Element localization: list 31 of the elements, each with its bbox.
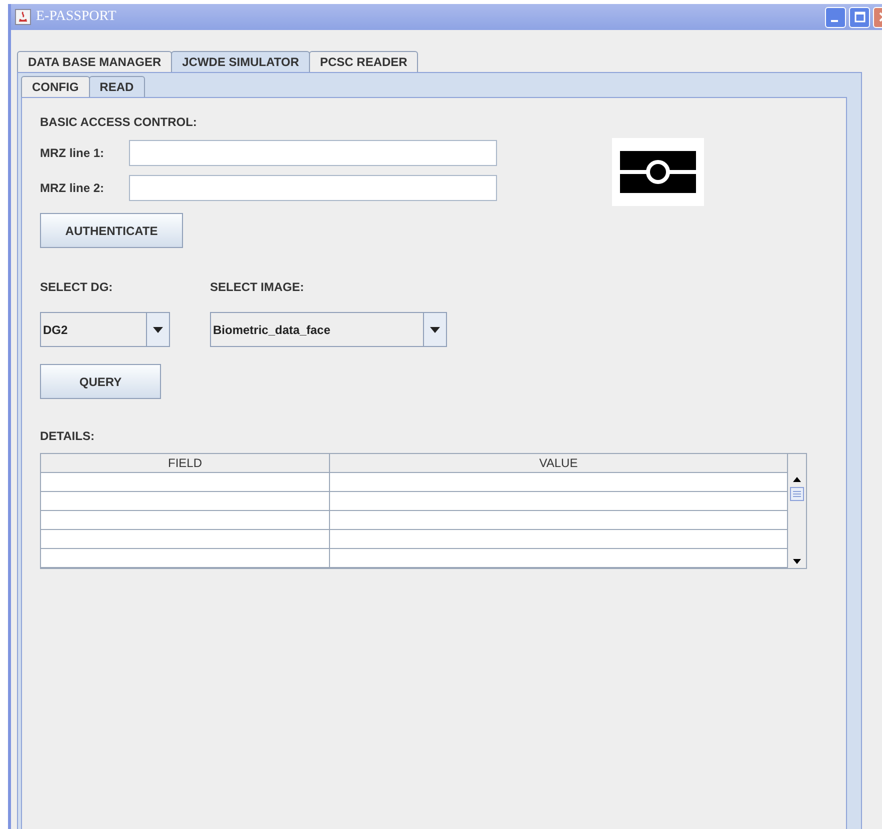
input-field[interactable]	[129, 175, 497, 201]
tab[interactable]: PCSC READER	[309, 51, 418, 72]
grip-icon	[791, 490, 803, 498]
scrollbar[interactable]	[787, 454, 806, 568]
minimize-button[interactable]	[825, 6, 846, 28]
caret-icon	[423, 313, 446, 346]
minimize-icon	[831, 20, 838, 22]
input-field[interactable]	[129, 140, 497, 166]
scroll-thumb[interactable]	[790, 487, 804, 501]
chip-symbol-icon	[620, 151, 696, 193]
query-button[interactable]: QUERY	[40, 364, 161, 399]
maximize-icon	[854, 11, 866, 23]
dropdown[interactable]: Biometric_data_face	[210, 312, 447, 347]
caret-icon	[146, 313, 169, 346]
window-title: E-PASSPORT	[36, 9, 116, 25]
maximize-button[interactable]	[849, 6, 870, 28]
column-header[interactable]: FIELD	[41, 454, 330, 472]
tab[interactable]: JCWDE SIMULATOR	[171, 51, 310, 72]
app-icon	[15, 9, 31, 25]
tab[interactable]: CONFIG	[21, 76, 90, 97]
field-label: SELECT IMAGE:	[210, 280, 306, 294]
field-label: MRZ line 2:	[40, 181, 106, 195]
field-label: MRZ line 1:	[40, 146, 106, 160]
tab[interactable]: DATA BASE MANAGER	[17, 51, 172, 72]
field-label: SELECT DG:	[40, 280, 114, 294]
tab[interactable]: READ	[88, 76, 145, 97]
section-heading: BASIC ACCESS CONTROL:	[40, 115, 198, 129]
column-header[interactable]: VALUE	[330, 454, 787, 472]
dropdown[interactable]: DG2	[40, 312, 170, 347]
authenticate-button[interactable]: AUTHENTICATE	[40, 213, 183, 248]
section-heading: DETAILS:	[40, 429, 96, 443]
